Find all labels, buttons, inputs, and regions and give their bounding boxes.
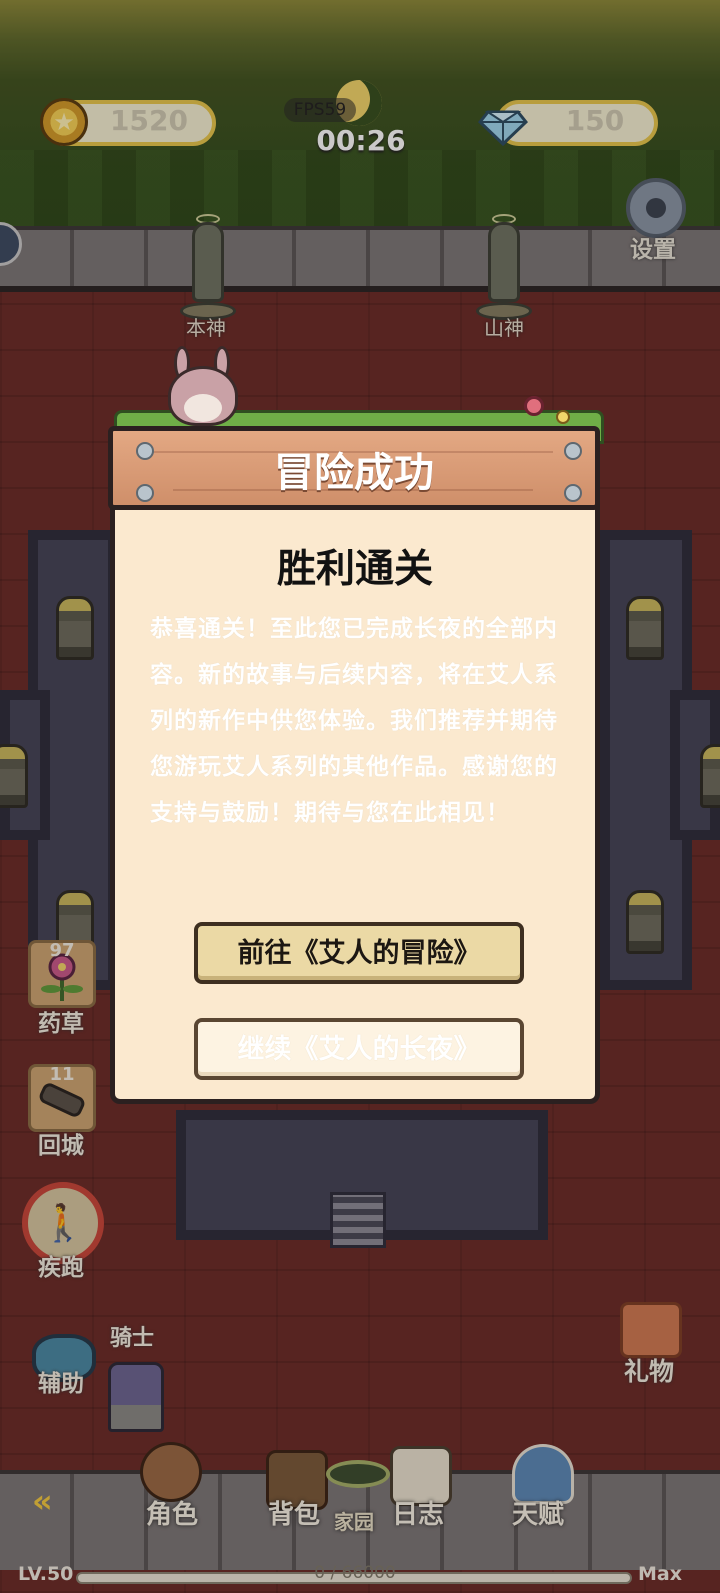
dialog-heading: 胜利通关 bbox=[276, 547, 433, 592]
bunny-mascot bbox=[164, 346, 242, 426]
dialog-body-text: 恭喜通关！至此您已完成长夜的全部内容。新的故事与后续内容，将在艾人系列的新作中供… bbox=[150, 616, 558, 826]
go-to-adventure-button[interactable]: 前往《艾人的冒险》 bbox=[194, 922, 524, 984]
flower-icon bbox=[556, 410, 570, 424]
flower-icon bbox=[524, 396, 544, 416]
continue-long-night-button[interactable]: 继续《艾人的长夜》 bbox=[194, 1018, 524, 1080]
dialog-title: 冒险成功 bbox=[274, 450, 434, 496]
